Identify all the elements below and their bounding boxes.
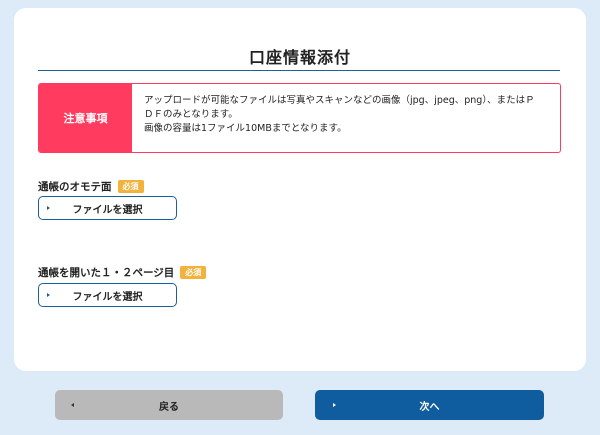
- notice-box: 注意事項 アップロードが可能なファイルは写真やスキャンなどの画像（jpg、jpe…: [38, 83, 561, 153]
- passbook-front-file-button[interactable]: ファイルを選択: [38, 196, 177, 220]
- passbook-pages-label: 通帳を開いた１・２ページ目 必須: [38, 265, 207, 280]
- back-button[interactable]: 戻る: [55, 390, 283, 420]
- next-button-label: 次へ: [419, 401, 440, 413]
- notice-label: 注意事項: [39, 84, 132, 152]
- file-button-label: ファイルを選択: [72, 204, 143, 216]
- caret-right-icon: [333, 403, 336, 407]
- notice-line: 画像の容量は1ファイル10MBまでとなります。: [144, 123, 347, 134]
- passbook-pages-file-button[interactable]: ファイルを選択: [38, 283, 177, 307]
- notice-line: アップロードが可能なファイルは写真やスキャンなどの画像（jpg、jpeg、png…: [144, 95, 535, 106]
- passbook-front-label: 通帳のオモテ面 必須: [38, 179, 144, 194]
- notice-line: ＤＦのみとなります。: [144, 109, 238, 120]
- title-divider: [38, 70, 560, 71]
- field-label-text: 通帳を開いた１・２ページ目: [38, 267, 175, 279]
- notice-body: アップロードが可能なファイルは写真やスキャンなどの画像（jpg、jpeg、png…: [132, 84, 560, 152]
- field-label-text: 通帳のオモテ面: [38, 181, 112, 193]
- caret-left-icon: [71, 403, 74, 407]
- required-badge: 必須: [117, 180, 144, 193]
- back-button-label: 戻る: [159, 401, 179, 413]
- caret-right-icon: [47, 206, 50, 210]
- required-badge: 必須: [180, 266, 207, 279]
- caret-right-icon: [47, 293, 50, 297]
- page-title: 口座情報添付: [248, 48, 351, 67]
- file-button-label: ファイルを選択: [72, 291, 143, 303]
- next-button[interactable]: 次へ: [315, 390, 544, 420]
